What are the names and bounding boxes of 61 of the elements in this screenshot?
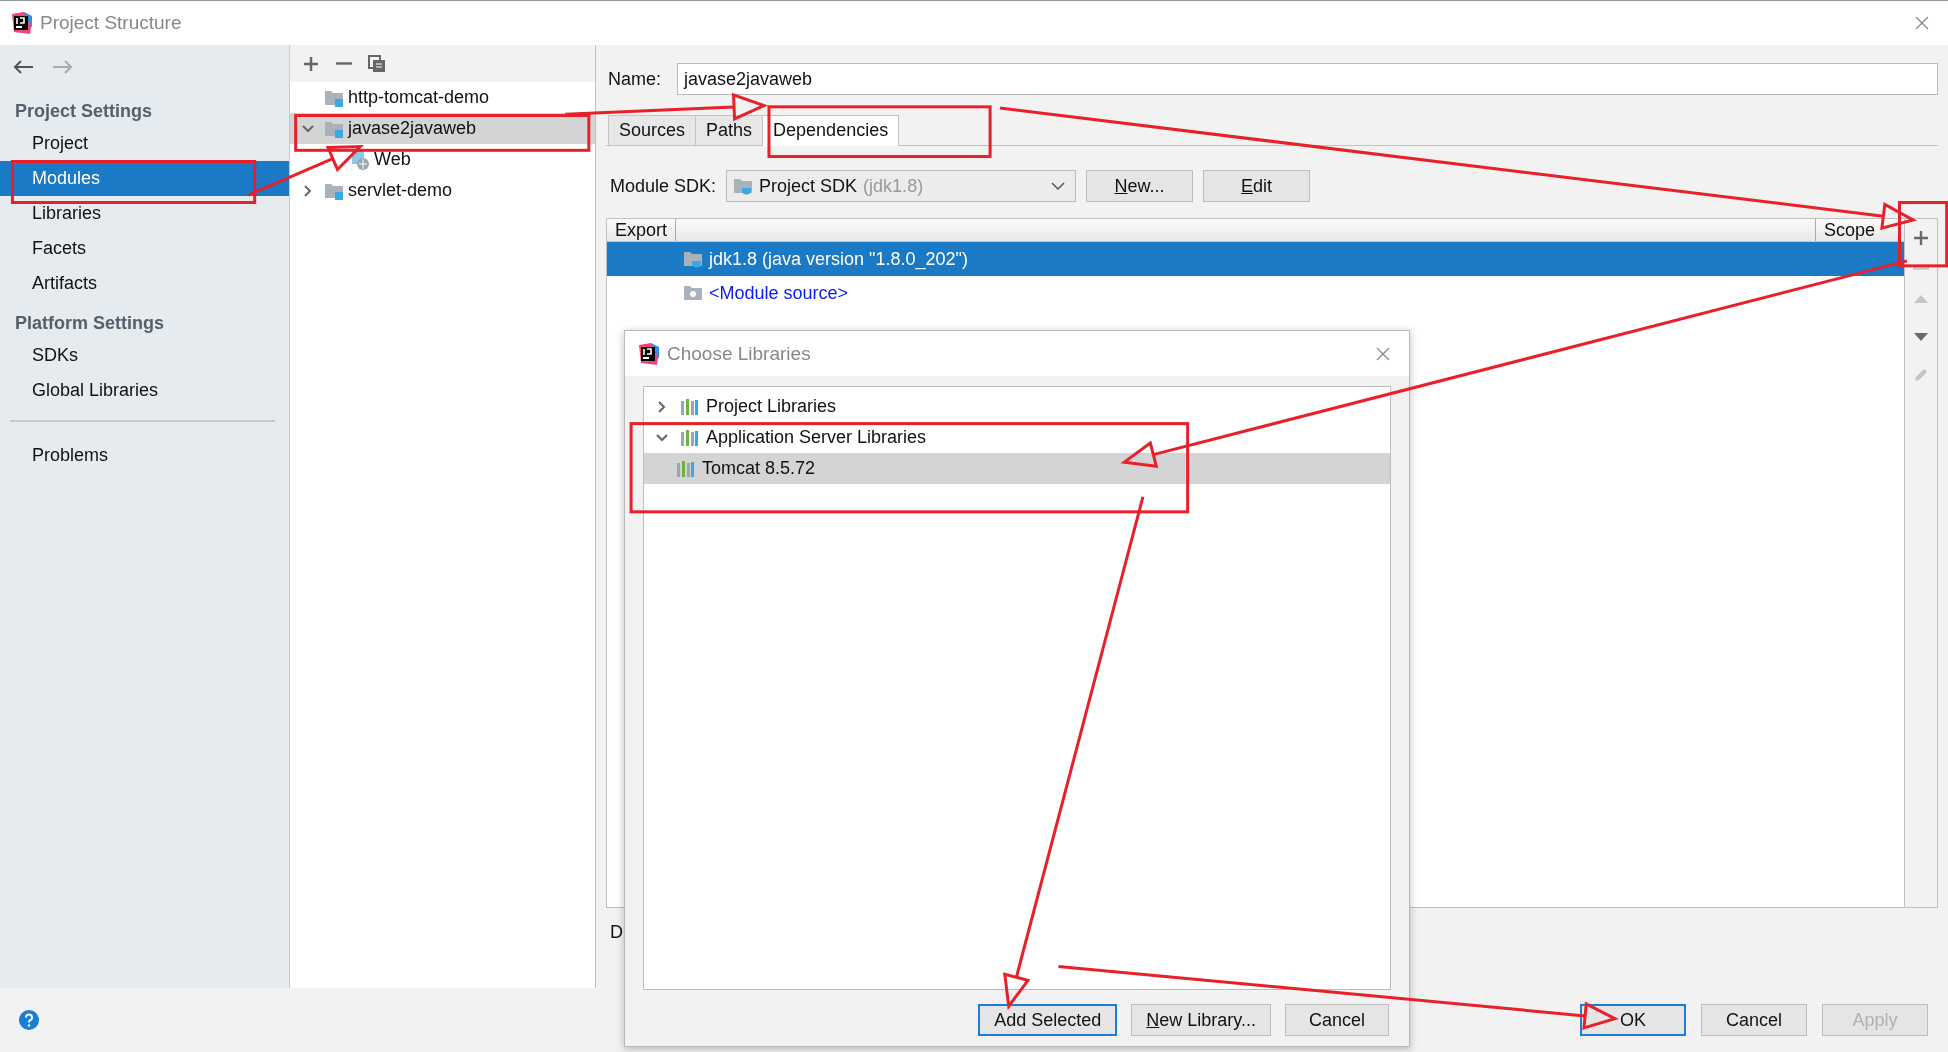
tree-item[interactable]: Project Libraries xyxy=(644,391,1390,422)
button[interactable]: New... xyxy=(1086,170,1194,202)
sdk-folder-icon xyxy=(733,177,754,195)
table-row[interactable]: <Module source> xyxy=(607,276,1904,310)
name-label: Name: xyxy=(608,68,661,90)
tree-item[interactable]: Tomcat 8.5.72 xyxy=(644,453,1390,484)
tree-item[interactable]: Application Server Libraries xyxy=(644,422,1390,453)
annotation-box xyxy=(1898,201,1948,268)
column-header: Scope xyxy=(1815,219,1904,241)
sidebar-item[interactable]: Artifacts xyxy=(0,266,289,301)
sidebar-item[interactable]: Facets xyxy=(0,231,289,266)
name-field[interactable]: javase2javaweb xyxy=(677,63,1938,95)
tree-item[interactable]: Web xyxy=(290,144,595,175)
help-icon xyxy=(18,1009,40,1031)
library-icon xyxy=(676,459,696,478)
button[interactable]: Cancel xyxy=(1701,1004,1807,1036)
button[interactable]: Cancel xyxy=(1285,1004,1389,1036)
section-heading: Project Settings xyxy=(14,100,154,123)
button[interactable]: Add Selected xyxy=(978,1004,1118,1036)
table-row[interactable]: jdk1.8 (java version "1.8.0_202") xyxy=(607,242,1904,276)
column-header: Export xyxy=(607,219,677,241)
library-icon xyxy=(680,397,700,416)
button[interactable]: OK xyxy=(1580,1004,1686,1036)
module-folder-icon xyxy=(324,181,344,200)
button[interactable]: Edit xyxy=(1203,170,1311,202)
close-icon xyxy=(1914,15,1930,31)
label-text: D xyxy=(609,921,624,943)
module-folder-icon xyxy=(324,119,344,138)
sidebar-item[interactable]: Global Libraries xyxy=(0,373,289,408)
tab[interactable]: Paths xyxy=(695,115,764,145)
sidebar-item[interactable]: Libraries xyxy=(0,196,289,231)
window-title: Project Structure xyxy=(40,12,182,34)
forward-arrow-icon xyxy=(52,59,74,75)
add-icon[interactable] xyxy=(1912,229,1930,247)
dialog-title: Choose Libraries xyxy=(667,342,811,365)
back-arrow-icon xyxy=(12,59,34,75)
tree-item[interactable]: http-tomcat-demo xyxy=(290,82,595,113)
section-heading: Platform Settings xyxy=(14,312,166,335)
source-folder-icon xyxy=(683,284,703,302)
sidebar-item[interactable]: SDKs xyxy=(0,338,289,373)
sidebar-item[interactable]: Modules xyxy=(0,161,289,196)
module-sdk-label: Module SDK: xyxy=(610,175,717,197)
tab[interactable]: Sources xyxy=(608,115,697,145)
web-facet-icon xyxy=(350,149,370,170)
library-icon xyxy=(680,428,700,447)
copy-icon xyxy=(368,54,386,73)
button[interactable]: New Library... xyxy=(1131,1004,1271,1036)
sidebar-item[interactable]: Project xyxy=(0,126,289,161)
module-folder-icon xyxy=(324,88,344,107)
sdk-dropdown[interactable]: Project SDK (jdk1.8) xyxy=(726,170,1077,202)
tab[interactable]: Dependencies xyxy=(762,115,900,146)
sdk-hint: (jdk1.8) xyxy=(863,175,924,197)
sidebar-item[interactable]: Problems xyxy=(0,438,289,473)
close-icon xyxy=(1375,345,1391,362)
tree-item[interactable]: javase2javaweb xyxy=(290,113,595,144)
app-logo-icon xyxy=(10,12,32,34)
sdk-folder-icon xyxy=(683,250,703,268)
add-icon xyxy=(302,54,320,73)
tree-item[interactable]: servlet-demo xyxy=(290,175,595,206)
remove-icon xyxy=(336,62,352,65)
app-logo-icon xyxy=(637,342,659,365)
